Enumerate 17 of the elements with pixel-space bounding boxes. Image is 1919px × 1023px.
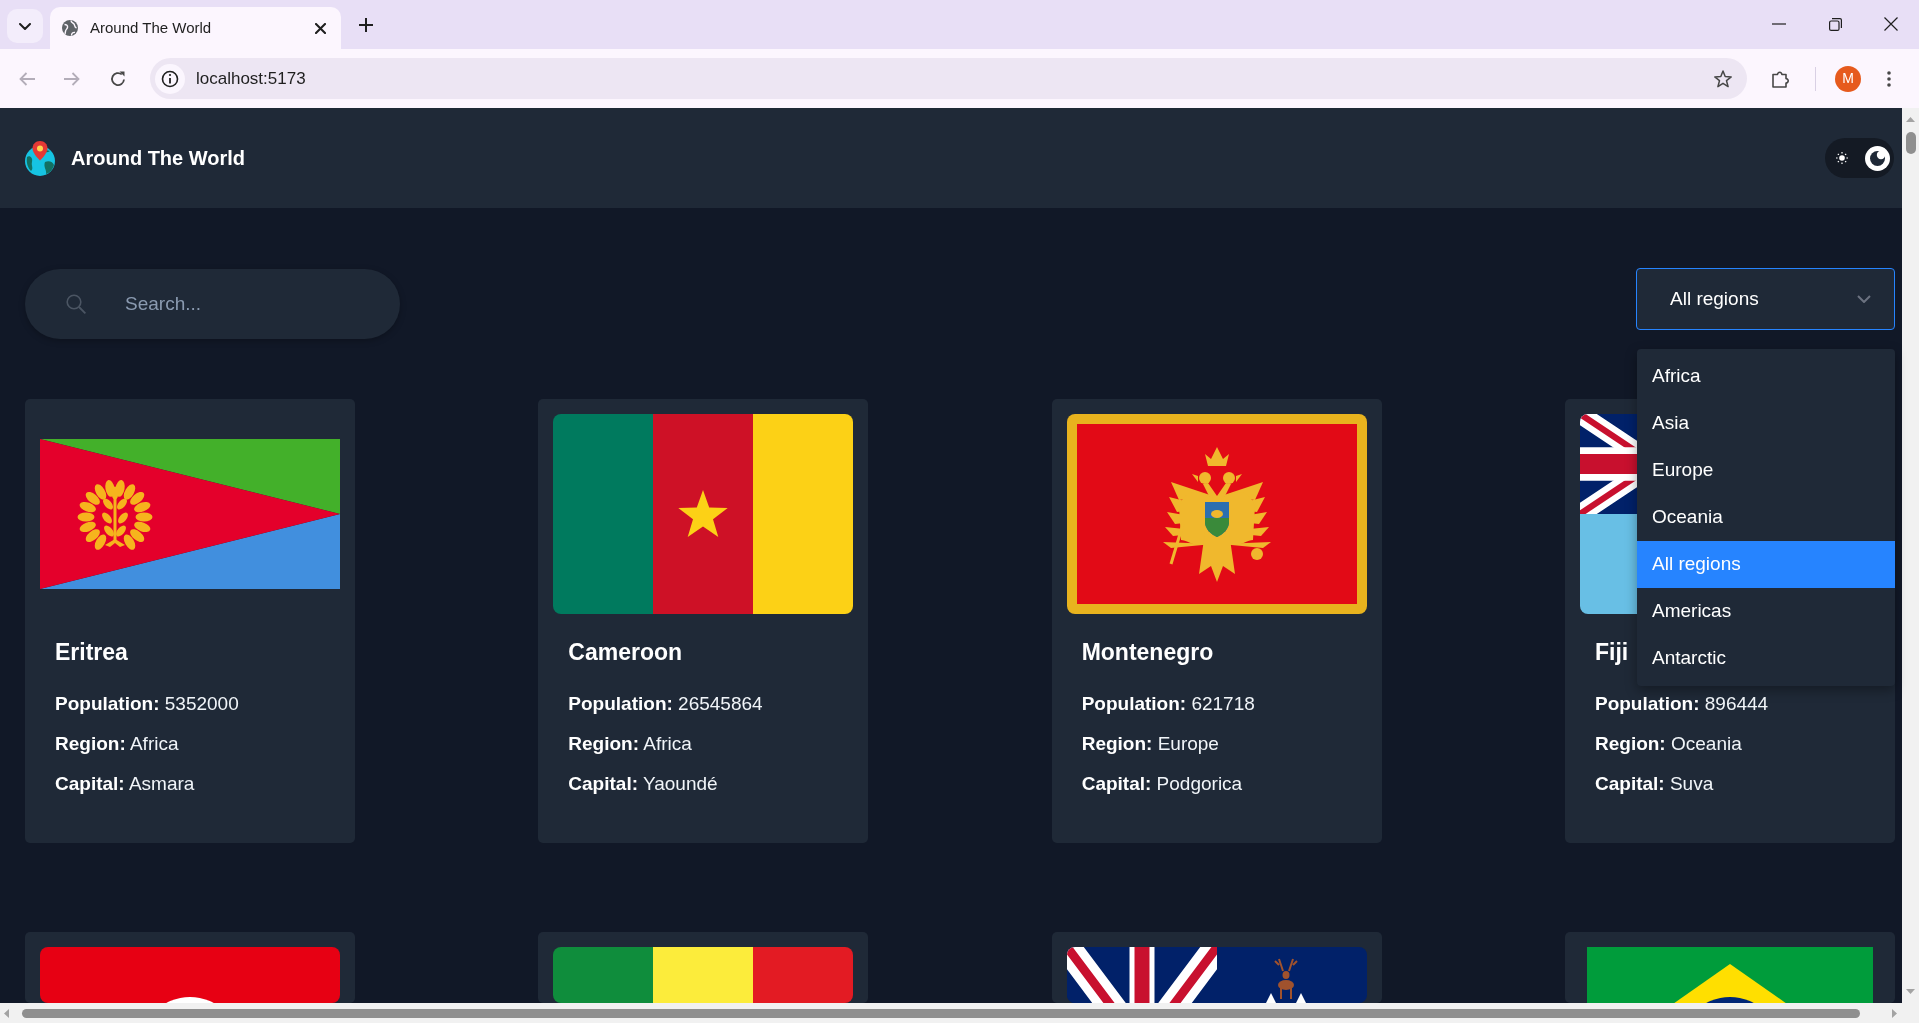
country-name: Montenegro [1081,640,1214,665]
country-detail: Population: 26545864 [568,692,763,716]
country-detail: Region: Africa [568,732,692,756]
country-detail: Region: Africa [55,732,179,756]
country-detail: Capital: Asmara [55,772,195,796]
country-detail: Population: 5352000 [55,692,239,716]
country-detail: Capital: Yaoundé [568,772,718,796]
country-detail: Region: Oceania [1595,732,1742,756]
country-detail: Population: 896444 [1595,692,1769,716]
country-detail: Population: 621718 [1081,692,1255,716]
country-name: Cameroon [568,640,683,665]
country-name: Eritrea [55,640,128,665]
country-detail: Region: Europe [1081,732,1219,756]
app-title: Around The World [71,146,246,170]
country-name: Fiji [1595,640,1629,665]
country-detail: Capital: Podgorica [1081,772,1243,796]
country-detail: Capital: Suva [1595,772,1714,796]
